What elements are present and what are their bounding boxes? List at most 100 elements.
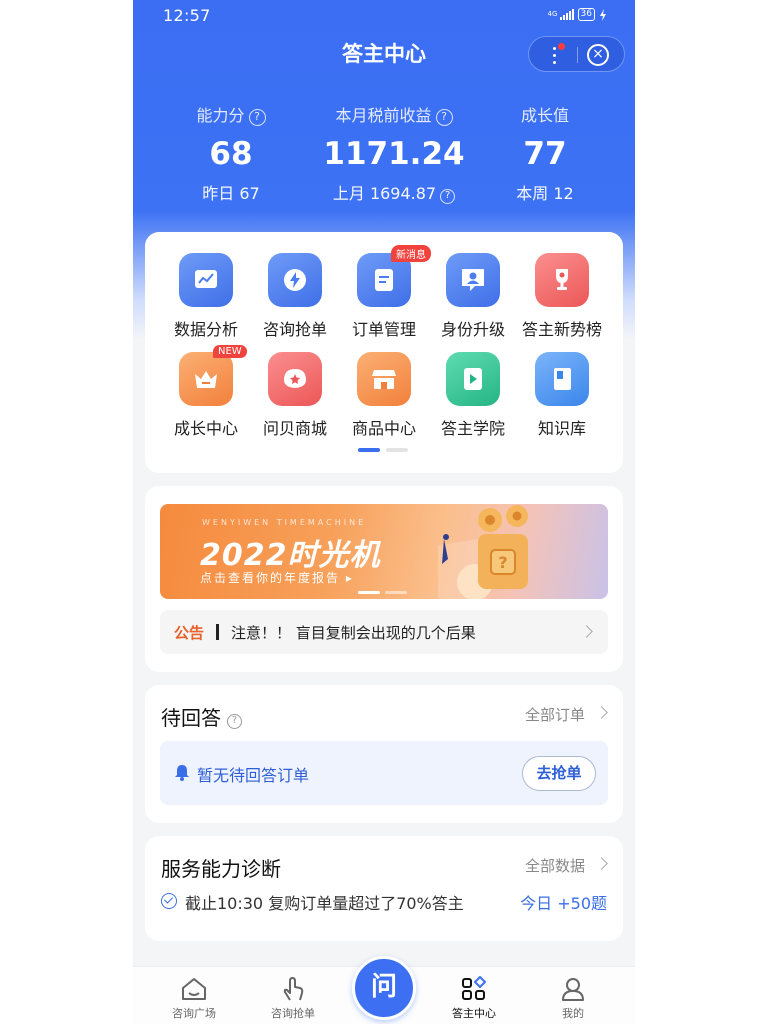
projector-illustration: ? [438, 505, 528, 599]
tab-label: 咨询广场 [172, 1007, 216, 1020]
stat-label: 成长值 [520, 106, 569, 125]
grid-item-ranking[interactable]: 答主新势榜 [517, 253, 607, 340]
chevron-right-icon [580, 625, 593, 638]
grid-item-label: 咨询抢单 [262, 320, 327, 339]
help-icon[interactable]: ? [435, 109, 453, 126]
lightning-icon [268, 253, 322, 307]
book-icon [535, 352, 589, 406]
grid-item-label: 答主学院 [440, 419, 505, 438]
grid-item-label: 问贝商城 [262, 419, 327, 438]
empty-state-text: 暂无待回答订单 [197, 766, 310, 785]
stat-growth[interactable]: 成长值 77 本周 12 [490, 102, 600, 204]
pending-answers-card: 待回答? 全部订单 暂无待回答订单 去抢单 [145, 685, 623, 823]
chevron-right-icon [595, 706, 608, 719]
grid-pager [358, 448, 408, 452]
stat-ability-score[interactable]: 能力分? 68 昨日 67 [176, 102, 286, 204]
grid-item-product-center[interactable]: 商品中心 [339, 352, 429, 439]
status-time: 12:57 [163, 6, 211, 25]
grid-diamond-icon [462, 976, 486, 1000]
stat-value: 77 [523, 136, 567, 172]
all-data-link[interactable]: 全部数据 [525, 855, 585, 876]
announcement-text: 注意！！ 盲目复制会出现的几个后果 [231, 624, 476, 642]
grid-item-label: 数据分析 [173, 320, 238, 339]
pager-dot [386, 448, 408, 452]
help-icon[interactable]: ? [227, 714, 242, 729]
new-message-badge: 新消息 [391, 245, 431, 262]
stat-value: 1171.24 [323, 136, 465, 172]
grid-item-shell-mall[interactable]: 问贝商城 [250, 352, 340, 439]
grid-item-data-analysis[interactable]: 数据分析 [161, 253, 251, 340]
tab-label: 咨询抢单 [271, 1007, 315, 1020]
banner-dots [358, 591, 407, 594]
hand-tap-icon [283, 977, 304, 1001]
service-metric-text: 截止10:30 复购订单量超过了70%答主 [185, 894, 464, 913]
announcement-tag: 公告 [174, 624, 205, 642]
home-icon [182, 978, 206, 1000]
stat-sub: 昨日 67 [202, 184, 260, 203]
grid-item-label: 身份升级 [440, 320, 505, 339]
crown-icon [179, 352, 233, 406]
stat-value: 68 [209, 136, 253, 172]
grid-item-growth-center[interactable]: 成长中心 NEW [161, 345, 251, 439]
tab-label: 我的 [562, 1007, 584, 1020]
network-type: 4G [547, 10, 558, 18]
stat-sub: 本周 12 [516, 184, 574, 203]
status-icons: 4G 36 [548, 8, 607, 21]
play-icon [446, 352, 500, 406]
tab-label: 答主中心 [452, 1007, 496, 1020]
chart-icon [179, 253, 233, 307]
today-count[interactable]: 今日 +50题 [520, 890, 607, 914]
stat-monthly-income[interactable]: 本月税前收益? 1171.24 上月 1694.87? [314, 102, 474, 204]
grid-item-academy[interactable]: 答主学院 [428, 352, 518, 439]
charging-icon [600, 8, 606, 21]
notification-dot [558, 43, 565, 50]
grid-item-label: 订单管理 [351, 320, 416, 339]
ask-button[interactable]: 问 [352, 956, 416, 1020]
trophy-icon [535, 253, 589, 307]
phone-screen: 12:57 4G 36 答主中心 × 能力分? 68 昨日 67 本月税前收益?… [133, 0, 635, 1024]
close-icon[interactable]: × [587, 44, 609, 66]
battery-icon: 36 [577, 8, 595, 21]
banner-title: 2022时光机 [200, 538, 381, 573]
person-icon [562, 978, 584, 1001]
svg-text:?: ? [498, 553, 507, 572]
grid-item-identity-upgrade[interactable]: 身份升级 [428, 253, 518, 340]
grid-item-order-management[interactable]: 订单管理 新消息 [339, 245, 431, 340]
grid-item-label: 答主新势榜 [521, 320, 602, 339]
grid-item-label: 知识库 [537, 419, 586, 438]
tab-consult-square[interactable]: 咨询广场 [149, 967, 239, 1021]
chevron-right-icon [595, 857, 608, 870]
grid-item-label: 成长中心 [173, 419, 238, 438]
time-machine-banner[interactable]: WENYIWEN TIMEMACHINE 2022时光机 点击查看你的年度报告 … [160, 504, 608, 599]
tab-answerer-center[interactable]: 答主中心 [429, 967, 519, 1021]
user-chat-icon [446, 253, 500, 307]
stat-label: 本月税前收益 [335, 106, 432, 125]
grid-item-knowledge-base[interactable]: 知识库 [517, 352, 607, 439]
stat-label: 能力分 [196, 106, 245, 125]
signal-icon [559, 9, 574, 20]
shell-icon [268, 352, 322, 406]
banner-eng-title: WENYIWEN TIMEMACHINE [202, 518, 367, 527]
announcement-bar[interactable]: 公告 注意！！ 盲目复制会出现的几个后果 [160, 610, 608, 654]
tab-grab-order[interactable]: 咨询抢单 [248, 967, 338, 1021]
grab-order-button[interactable]: 去抢单 [522, 756, 596, 791]
function-grid: 数据分析 咨询抢单 订单管理 新消息 身份升级 答主新势榜 成长中心 NEW 问… [145, 232, 623, 473]
help-icon[interactable]: ? [440, 189, 456, 204]
status-bar: 12:57 4G 36 [133, 0, 635, 30]
new-badge: NEW [213, 345, 247, 358]
banner-subtitle: 点击查看你的年度报告 ▸ [200, 571, 354, 585]
help-icon[interactable]: ? [248, 109, 266, 126]
mini-program-capsule: × [528, 36, 625, 72]
grid-item-label: 商品中心 [351, 419, 416, 438]
stat-sub: 上月 1694.87 [332, 184, 437, 203]
banner-card: WENYIWEN TIMEMACHINE 2022时光机 点击查看你的年度报告 … [145, 486, 623, 672]
service-diagnosis-card: 服务能力诊断 全部数据 截止10:30 复购订单量超过了70%答主 今日 +50… [145, 836, 623, 941]
grid-item-grab-order[interactable]: 咨询抢单 [250, 253, 340, 340]
all-orders-link[interactable]: 全部订单 [525, 704, 585, 725]
tab-mine[interactable]: 我的 [528, 967, 618, 1021]
section-title: 待回答 [161, 706, 221, 730]
pager-dot-active [358, 448, 380, 452]
store-icon [357, 352, 411, 406]
announcement-separator [216, 624, 219, 640]
empty-state: 暂无待回答订单 去抢单 [160, 741, 608, 805]
